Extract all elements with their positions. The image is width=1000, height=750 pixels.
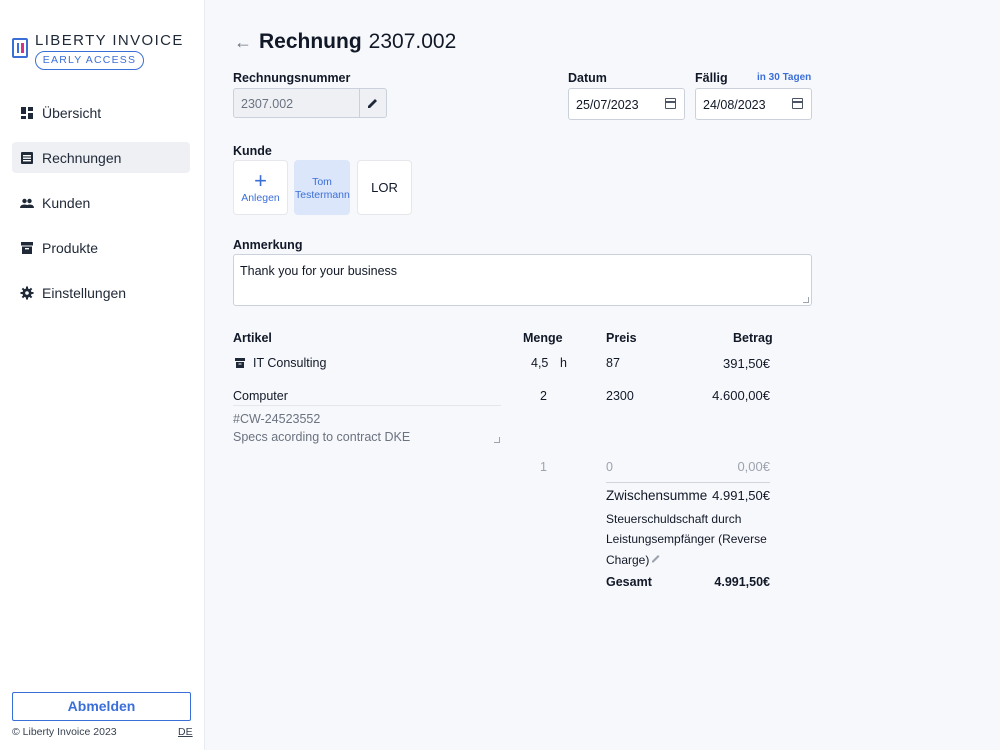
sidebar: LIBERTY INVOICE EARLY ACCESS Übersicht R… — [0, 0, 205, 750]
plus-icon: + — [254, 168, 267, 193]
add-customer-button[interactable]: + Anlegen — [233, 160, 288, 215]
brand-name: LIBERTY INVOICE — [35, 32, 184, 49]
column-header-qty: Menge — [523, 331, 563, 345]
sidebar-item-produkte[interactable]: Produkte — [12, 232, 190, 263]
item-amount: 0,00€ — [737, 459, 770, 474]
invoice-number-label: Rechnungsnummer — [233, 71, 351, 85]
back-arrow-icon[interactable]: ← — [234, 32, 252, 53]
calendar-icon[interactable] — [665, 98, 676, 109]
add-customer-label: Anlegen — [241, 192, 280, 204]
column-header-article: Artikel — [233, 331, 272, 345]
item-description-line2[interactable]: Specs acording to contract DKE — [233, 430, 410, 444]
tax-note-line1: Steuerschuldschaft durch — [606, 512, 742, 526]
item-amount: 391,50€ — [723, 356, 770, 371]
date-value: 25/07/2023 — [576, 98, 639, 112]
column-header-amount: Betrag — [733, 331, 773, 345]
list-icon — [21, 151, 33, 164]
product-icon — [235, 358, 245, 368]
page-title-word: Rechnung — [259, 30, 362, 53]
customer-label: Kunde — [233, 144, 272, 158]
sidebar-item-kunden[interactable]: Kunden — [12, 187, 190, 218]
date-label: Datum — [568, 71, 607, 85]
sidebar-item-einstellungen[interactable]: Einstellungen — [12, 277, 190, 308]
total-label: Gesamt — [606, 575, 652, 589]
pencil-icon — [368, 99, 377, 108]
item-amount: 4.600,00€ — [712, 388, 770, 403]
tax-note-line2: Leistungsempfänger (Reverse — [606, 532, 767, 546]
sidebar-item-label: Übersicht — [42, 104, 102, 121]
note-textarea[interactable]: Thank you for your business — [233, 254, 812, 306]
language-switch-link[interactable]: DE — [178, 726, 193, 738]
sidebar-item-label: Rechnungen — [42, 149, 122, 166]
copyright-text: © Liberty Invoice 2023 — [12, 726, 117, 738]
item-price[interactable]: 2300 — [606, 389, 634, 403]
pencil-icon[interactable] — [651, 553, 661, 563]
column-header-price: Preis — [606, 331, 637, 345]
customer-first-name: Tom — [312, 176, 332, 188]
divider — [233, 405, 501, 406]
sidebar-item-label: Kunden — [42, 194, 91, 211]
customer-card-lor[interactable]: LOR — [357, 160, 412, 215]
page-title: ← Rechnung 2307.002 — [234, 30, 456, 54]
calendar-icon[interactable] — [792, 98, 803, 109]
item-qty[interactable]: 1 — [540, 460, 547, 474]
resize-handle-icon[interactable] — [803, 297, 809, 303]
dashboard-icon — [21, 106, 33, 119]
total-value: 4.991,50€ — [714, 575, 770, 589]
item-qty[interactable]: 4,5 — [531, 356, 548, 370]
item-name[interactable]: IT Consulting — [253, 356, 326, 370]
tax-note-line3: Charge) — [606, 553, 650, 567]
liberty-logo-icon — [12, 38, 28, 58]
gear-icon — [20, 286, 34, 299]
note-value: Thank you for your business — [240, 264, 398, 278]
resize-handle-icon[interactable] — [494, 437, 500, 443]
customer-last-name: Testermann — [295, 189, 350, 201]
item-qty[interactable]: 2 — [540, 389, 547, 403]
page-title-number: 2307.002 — [368, 30, 457, 53]
archive-icon — [21, 241, 33, 254]
sidebar-item-label: Produkte — [42, 239, 99, 256]
customer-card-selected[interactable]: Tom Testermann — [294, 160, 350, 215]
edit-number-button[interactable] — [359, 89, 386, 117]
item-description-line1[interactable]: #CW-24523552 — [233, 412, 320, 426]
note-label: Anmerkung — [233, 238, 303, 252]
sidebar-item-rechnungen[interactable]: Rechnungen — [12, 142, 190, 173]
subtotal-value: 4.991,50€ — [712, 488, 770, 503]
due-hint-link[interactable]: in 30 Tagen — [757, 72, 811, 83]
item-name[interactable]: Computer — [233, 389, 288, 403]
sidebar-item-label: Einstellungen — [42, 284, 127, 301]
item-price[interactable]: 87 — [606, 356, 620, 370]
early-access-badge: EARLY ACCESS — [35, 51, 144, 70]
divider — [606, 482, 770, 483]
date-input[interactable]: 25/07/2023 — [568, 88, 685, 120]
logout-button[interactable]: Abmelden — [12, 692, 191, 721]
due-date-input[interactable]: 24/08/2023 — [695, 88, 812, 120]
subtotal-label: Zwischensumme — [606, 488, 708, 503]
invoice-number-value: 2307.002 — [241, 97, 294, 111]
item-price[interactable]: 0 — [606, 460, 613, 474]
sidebar-nav: Übersicht Rechnungen Kunden Produkte Ein… — [12, 97, 190, 322]
due-label: Fällig — [695, 71, 728, 85]
invoice-number-field: 2307.002 — [233, 88, 387, 118]
sidebar-item-uebersicht[interactable]: Übersicht — [12, 97, 190, 128]
item-unit: h — [560, 356, 567, 370]
people-icon — [20, 198, 34, 208]
due-date-value: 24/08/2023 — [703, 98, 766, 112]
